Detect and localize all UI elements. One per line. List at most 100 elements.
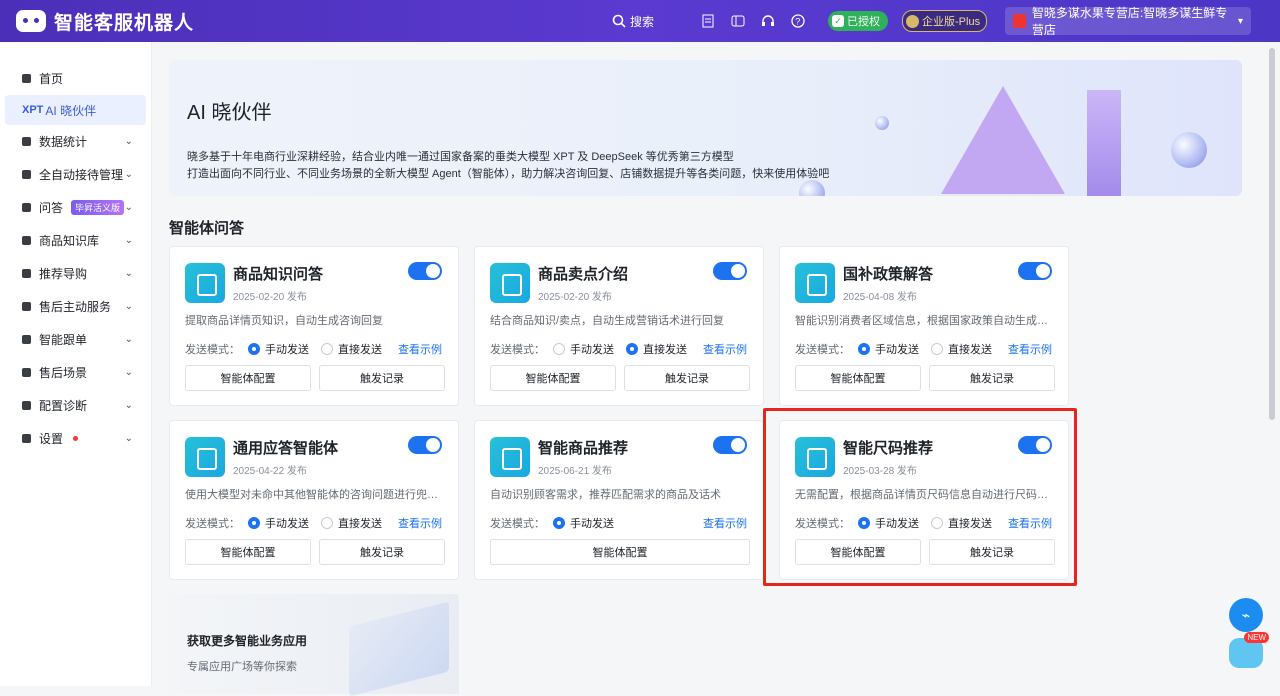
agent-config-button[interactable]: 智能体配置 <box>795 365 921 391</box>
manual-send-radio[interactable]: 手动发送 <box>858 341 919 357</box>
send-mode-label: 发送模式： <box>490 344 545 356</box>
float-assistant-button[interactable]: ⌁ <box>1229 598 1263 632</box>
help-icon[interactable]: ? <box>790 13 806 29</box>
sidebar-item-label: 商品知识库 <box>39 234 100 248</box>
agent-date: 2025-06-21 发布 <box>538 466 612 477</box>
chevron-down-icon: ⌄ <box>124 169 133 180</box>
send-mode-group: 发送模式： 手动发送 <box>490 515 614 531</box>
enable-toggle[interactable] <box>1018 262 1052 280</box>
sidebar-item-label: AI 晓伙伴 <box>45 103 97 118</box>
sidebar-nav: 首页 XPT AI 晓伙伴 数据统计 ⌄ 全自动接待管理 ⌄ 问答 毕昇活义版 ⌄ 商品知识库 ⌄ 推荐… <box>0 42 151 455</box>
send-mode-label: 发送模式： <box>795 344 850 356</box>
agent-description: 智能识别消费者区域信息，根据国家政策自动生成准确回复 <box>795 315 1057 327</box>
view-example-link[interactable]: 查看示例 <box>398 515 442 531</box>
manual-send-radio[interactable]: 手动发送 <box>553 515 614 531</box>
trigger-record-button[interactable]: 触发记录 <box>319 539 445 565</box>
agent-config-button[interactable]: 智能体配置 <box>185 365 311 391</box>
view-example-link[interactable]: 查看示例 <box>703 341 747 357</box>
manual-send-label: 手动发送 <box>265 518 309 530</box>
store-selector[interactable]: 智晓多谋水果专营店:智晓多谋生鲜专营店 ▾ <box>1005 6 1252 37</box>
top-bar: 智能客服机器人 搜索 ? ✓ 已授权 企业版-Plus 智晓多谋水果专营店:智晓… <box>0 0 1280 42</box>
enable-toggle[interactable] <box>408 436 442 454</box>
agent-description: 结合商品知识/卖点，自动生成营销话术进行回复 <box>490 315 725 327</box>
main-content: AI 晓伙伴 晓多基于十年电商行业深耕经验，结合业内唯一通过国家备案的垂类大模型… <box>152 42 1262 696</box>
sidebar-item[interactable]: 问答 毕昇活义版 ⌄ <box>0 191 151 224</box>
scrollbar-thumb[interactable] <box>1269 48 1275 420</box>
agent-card: 通用应答智能体 2025-04-22 发布 使用大模型对未命中其他智能体的咨询问题进… <box>169 420 459 580</box>
manual-send-radio[interactable]: 手动发送 <box>248 341 309 357</box>
agent-title: 智能商品推荐 <box>538 440 629 457</box>
agent-card: 智能商品推荐 2025-06-21 发布自动识别顾客需求，推荐匹配需求的商品及话术… <box>474 420 764 580</box>
agent-config-button[interactable]: 智能体配置 <box>185 539 311 565</box>
float-bot-button[interactable]: NEW <box>1229 632 1269 668</box>
sidebar-item-label: 首页 <box>39 72 64 86</box>
enable-toggle[interactable] <box>713 436 747 454</box>
agent-config-button[interactable]: 智能体配置 <box>490 539 750 565</box>
send-mode-label: 发送模式： <box>490 518 545 530</box>
sidebar-item-label: 设置 <box>39 432 64 446</box>
view-example-link[interactable]: 查看示例 <box>1008 341 1052 357</box>
sidebar-item[interactable]: 配置诊断 ⌄ <box>0 389 151 422</box>
sidebar-item[interactable]: 推荐导购 ⌄ <box>0 257 151 290</box>
direct-send-radio[interactable]: 直接发送 <box>321 515 382 531</box>
direct-send-radio[interactable]: 直接发送 <box>626 341 687 357</box>
agent-date: 2025-02-20 发布 <box>538 292 612 303</box>
send-mode-group: 发送模式： 手动发送 直接发送 <box>185 515 382 531</box>
radio-circle-icon <box>626 343 638 355</box>
search-button[interactable]: 搜索 <box>612 13 654 30</box>
highlight-box <box>763 408 1077 586</box>
agent-card: 商品卖点介绍 2025-02-20 发布结合商品知识/卖点，自动生成营销话术进行回… <box>474 246 764 406</box>
promo-title: 获取更多智能业务应用 <box>187 634 308 648</box>
scrollbar[interactable] <box>1262 42 1280 686</box>
direct-send-radio[interactable]: 直接发送 <box>931 341 992 357</box>
sidebar-item-label: 配置诊断 <box>39 399 88 413</box>
sidebar-item[interactable]: 数据统计 ⌄ <box>0 125 151 158</box>
manual-send-radio[interactable]: 手动发送 <box>248 515 309 531</box>
trigger-record-button[interactable]: 触发记录 <box>929 365 1055 391</box>
sidebar-item[interactable]: 设置 ⌄ <box>0 422 151 455</box>
agent-icon <box>795 263 835 303</box>
direct-send-label: 直接发送 <box>338 518 382 530</box>
qa-icon <box>22 203 31 212</box>
view-example-link[interactable]: 查看示例 <box>703 515 747 531</box>
agent-description: 使用大模型对未命中其他智能体的咨询问题进行兜底回复 <box>185 489 447 501</box>
promo-card[interactable]: 获取更多智能业务应用 专属应用广场等你探索 <box>169 594 459 696</box>
sidebar-item[interactable]: 全自动接待管理 ⌄ <box>0 158 151 191</box>
auth-badge: ✓ 已授权 <box>828 11 889 31</box>
document-icon[interactable] <box>700 13 716 29</box>
agent-card: 国补政策解答 2025-04-08 发布 智能识别消费者区域信息，根据国家政策自动生… <box>779 246 1069 406</box>
radio-circle-icon <box>248 343 260 355</box>
view-example-link[interactable]: 查看示例 <box>398 341 442 357</box>
send-mode-group: 发送模式： 手动发送 直接发送 <box>490 341 687 357</box>
shield-icon: ✓ <box>832 15 845 27</box>
manual-send-radio[interactable]: 手动发送 <box>553 341 614 357</box>
agent-date: 2025-04-08 发布 <box>843 292 917 303</box>
sidebar-item[interactable]: XPT AI 晓伙伴 <box>5 95 146 125</box>
sidebar-item[interactable]: 商品知识库 ⌄ <box>0 224 151 257</box>
ticket-icon[interactable] <box>730 13 746 29</box>
enable-toggle[interactable] <box>408 262 442 280</box>
banner-pyramid-graphic <box>941 86 1065 194</box>
service-icon <box>22 302 31 311</box>
app-logo[interactable]: 智能客服机器人 <box>16 8 194 35</box>
chevron-down-icon: ⌄ <box>124 433 133 444</box>
svg-text:?: ? <box>795 17 800 27</box>
agent-title: 商品卖点介绍 <box>538 266 629 283</box>
agent-icon <box>185 263 225 303</box>
headset-icon[interactable] <box>760 13 776 29</box>
sidebar-item[interactable]: 智能跟单 ⌄ <box>0 323 151 356</box>
sidebar-item[interactable]: 售后主动服务 ⌄ <box>0 290 151 323</box>
edition-icon <box>906 14 920 28</box>
sidebar-item[interactable]: 首页 <box>0 62 151 95</box>
trigger-record-button[interactable]: 触发记录 <box>624 365 750 391</box>
bag-icon <box>22 236 31 245</box>
trigger-record-button[interactable]: 触发记录 <box>319 365 445 391</box>
enable-toggle[interactable] <box>713 262 747 280</box>
agent-description: 自动识别顾客需求，推荐匹配需求的商品及话术 <box>490 489 721 501</box>
sidebar-item[interactable]: 售后场景 ⌄ <box>0 356 151 389</box>
radio-circle-icon <box>931 343 943 355</box>
radio-circle-icon <box>858 343 870 355</box>
direct-send-radio[interactable]: 直接发送 <box>321 341 382 357</box>
agent-config-button[interactable]: 智能体配置 <box>490 365 616 391</box>
agent-title: 通用应答智能体 <box>233 440 339 457</box>
